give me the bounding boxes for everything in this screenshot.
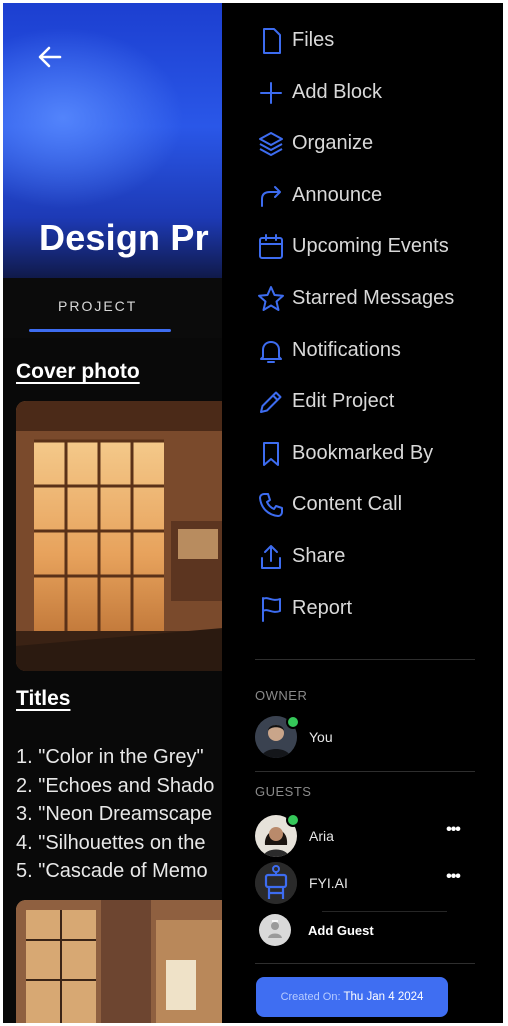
menu-label: Share [292,544,346,567]
project-title: Design Pr [39,217,209,258]
menu-label: Files [292,29,335,51]
menu-item-edit-project[interactable]: Edit Project [222,376,503,428]
menu-label: Starred Messages [292,286,455,309]
owner-name: You [309,729,333,745]
menu-label: Bookmarked By [292,441,434,464]
robot-icon [255,862,297,904]
menu-label: Announce [292,183,383,206]
share-arrow-icon [261,185,281,207]
plus-icon [260,81,282,104]
created-on-date: Thu Jan 4 2024 [343,991,424,1003]
star-icon [258,285,284,311]
side-drawer: Files Add Block Organize Announce Upcomi… [222,3,503,1023]
cover-photo-heading: Cover photo [16,360,140,383]
tab-project[interactable]: PROJECT [58,298,137,314]
online-indicator [286,813,300,827]
add-guest-button[interactable]: Add Guest [259,914,459,948]
add-user-icon [259,914,291,946]
menu-item-upcoming-events[interactable]: Upcoming Events [222,221,503,273]
menu-item-notifications[interactable]: Notifications [222,325,503,377]
active-tab-indicator [29,329,171,332]
menu-label: Notifications [292,338,401,361]
guests-section-label: GUESTS [255,784,312,799]
back-arrow-icon[interactable] [36,43,64,71]
menu-item-share[interactable]: Share [222,531,503,583]
menu-label: Content Call [292,493,403,516]
divider [255,771,475,772]
menu-item-report[interactable]: Report [222,583,503,635]
divider [322,911,447,912]
titles-list: 1. "Color in the Grey" 2. "Echoes and Sh… [16,743,214,886]
more-options-button[interactable]: ••• [441,821,465,845]
project-page: Design Pr PROJECT Cover photo Titles 1. … [3,3,233,1023]
file-icon [263,28,281,54]
divider [255,659,475,660]
phone-icon [259,493,283,518]
created-on-button[interactable]: Created On: Thu Jan 4 2024 [256,977,448,1017]
owner-row[interactable]: You [255,715,495,760]
menu-item-announce[interactable]: Announce [222,170,503,222]
menu-item-starred-messages[interactable]: Starred Messages [222,273,503,325]
menu-item-organize[interactable]: Organize [222,118,503,170]
menu-item-files[interactable]: Files [222,15,503,67]
menu-label: Add Block [292,80,383,103]
titles-heading: Titles [16,687,71,710]
created-on-label: Created On: [280,991,341,1003]
second-photo[interactable] [16,900,233,1023]
title-item: 3. "Neon Dreamscape [16,803,213,825]
guest-row[interactable]: Aria ••• [255,813,495,859]
menu-label: Organize [292,132,374,155]
guest-name: FYI.AI [309,875,348,891]
menu-label: Edit Project [292,390,395,413]
pencil-icon [260,391,282,414]
drawer-menu: Files Add Block Organize Announce Upcomi… [222,15,503,634]
menu-item-bookmarked-by[interactable]: Bookmarked By [222,428,503,480]
bookmark-icon [263,441,279,466]
title-item: 1. "Color in the Grey" [16,746,204,768]
menu-item-content-call[interactable]: Content Call [222,479,503,531]
calendar-icon [259,234,283,260]
menu-label: Upcoming Events [292,235,449,258]
divider [255,963,475,964]
menu-item-add-block[interactable]: Add Block [222,67,503,119]
cover-photo[interactable] [16,401,233,671]
flag-icon [262,596,281,622]
more-options-button[interactable]: ••• [441,868,465,892]
guest-name: Aria [309,828,334,844]
guest-row[interactable]: FYI.AI ••• [255,862,495,906]
menu-label: Report [292,596,353,619]
owner-section-label: OWNER [255,688,308,703]
avatar [255,862,297,904]
title-item: 2. "Echoes and Shado [16,774,215,797]
cover-photo-illustration [16,401,233,671]
title-item: 5. "Cascade of Memo [16,860,208,882]
add-guest-label: Add Guest [308,923,374,938]
street-illustration [16,900,233,1023]
online-indicator [286,715,300,729]
upload-icon [261,544,281,569]
title-item: 4. "Silhouettes on the [16,831,206,854]
layers-icon [259,132,283,157]
bell-icon [260,340,282,363]
screen: Design Pr PROJECT Cover photo Titles 1. … [3,3,503,1023]
